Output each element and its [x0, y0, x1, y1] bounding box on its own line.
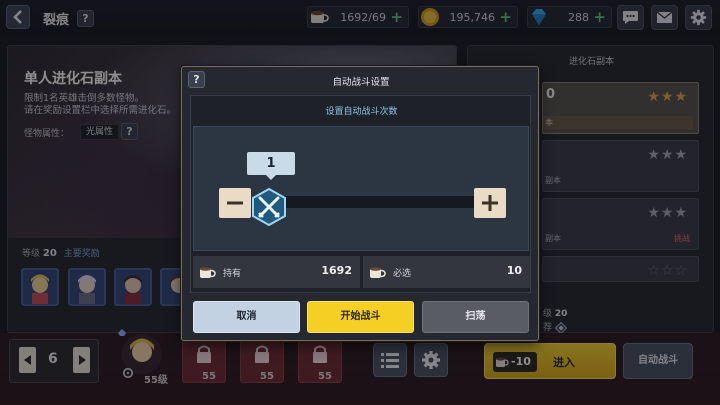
- start-battle-button[interactable]: 开始战斗: [307, 301, 414, 333]
- increase-button[interactable]: [474, 188, 506, 218]
- owned-coffee: 持有 1692: [193, 256, 360, 288]
- battle-count-slider-panel: 1: [193, 126, 529, 251]
- minus-icon: [227, 201, 243, 205]
- decrease-button[interactable]: [219, 188, 251, 218]
- auto-battle-dialog: ? 自动战斗设置 设置自动战斗次数 1 持有 1692 必选 10 取消 开始战…: [181, 66, 539, 341]
- required-value: 10: [506, 264, 522, 277]
- required-coffee: 必选 10: [363, 256, 530, 288]
- battle-count-pointer: [266, 175, 276, 180]
- battle-count-value: 1: [247, 152, 295, 175]
- coffee-cup-icon: [370, 267, 386, 278]
- sweep-button[interactable]: 扫荡: [422, 301, 529, 333]
- required-label: 必选: [393, 269, 412, 279]
- owned-value: 1692: [321, 264, 352, 277]
- plus-icon: [482, 195, 498, 211]
- dialog-body: 设置自动战斗次数 1 持有 1692 必选 10: [190, 95, 531, 293]
- crossed-swords-icon: [252, 187, 286, 227]
- coffee-cup-icon: [200, 267, 216, 278]
- dialog-subtitle: 设置自动战斗次数: [325, 107, 398, 117]
- owned-label: 持有: [223, 269, 242, 279]
- dialog-title: 自动战斗设置: [332, 77, 390, 88]
- cancel-button[interactable]: 取消: [193, 301, 300, 333]
- slider-handle[interactable]: [249, 187, 289, 227]
